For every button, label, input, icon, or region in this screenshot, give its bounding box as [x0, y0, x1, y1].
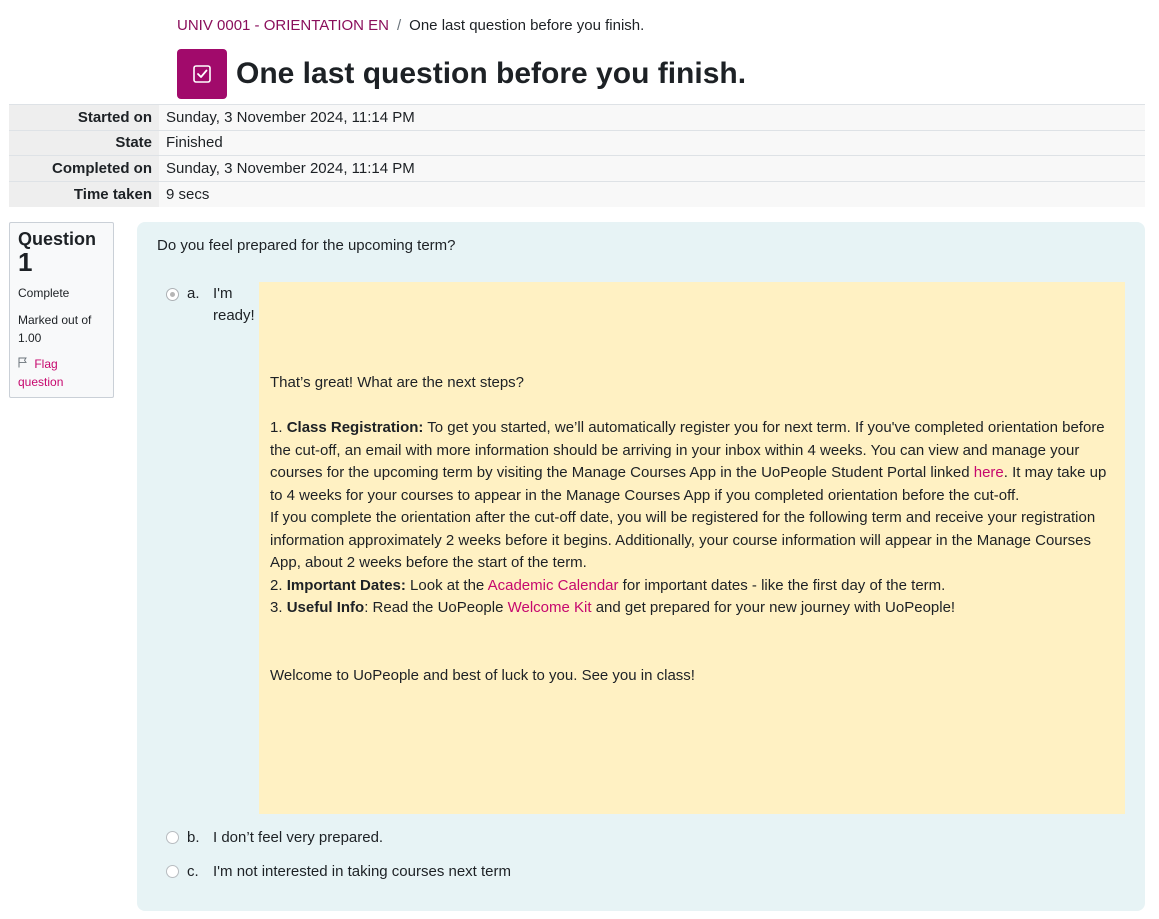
- started-value: Sunday, 3 November 2024, 11:14 PM: [159, 104, 1145, 130]
- welcome-kit-link[interactable]: Welcome Kit: [508, 599, 592, 616]
- step-2-heading: Important Dates:: [286, 576, 406, 594]
- breadcrumb: UNIV 0001 - ORIENTATION EN / One last ques…: [177, 16, 644, 36]
- summary-row-state: State Finished: [9, 129, 1145, 156]
- time-taken-label: Time taken: [9, 180, 159, 207]
- state-label: State: [9, 129, 159, 156]
- grade-value: 1.00: [18, 331, 42, 345]
- completed-value: Sunday, 3 November 2024, 11:14 PM: [159, 155, 1145, 181]
- option-a-label-line2: ready!: [213, 307, 255, 324]
- page-title: One last question before you finish.: [236, 57, 747, 90]
- step-3-heading: Useful Info: [286, 599, 365, 616]
- specific-feedback: That’s great! What are the next steps? 1…: [259, 282, 1125, 814]
- option-b-label[interactable]: I don’t feel very prepared.: [213, 827, 383, 849]
- question-content: Do you feel prepared for the upcoming te…: [137, 222, 1145, 911]
- option-a-letter: a.: [187, 285, 200, 302]
- page-header: One last question before you finish.: [177, 49, 746, 99]
- step-1-heading: Class Registration:: [286, 419, 424, 436]
- feedback-intro: That’s great! What are the next steps?: [270, 374, 525, 391]
- attempt-summary-table: Started on Sunday, 3 November 2024, 11:1…: [9, 104, 1145, 207]
- question-text: Do you feel prepared for the upcoming te…: [157, 237, 456, 254]
- breadcrumb-separator: /: [397, 17, 402, 34]
- grade-label: Marked out of: [18, 313, 92, 327]
- step-1-number: 1.: [270, 419, 287, 436]
- flag-label-2: question: [18, 375, 64, 389]
- option-a-radio[interactable]: [166, 288, 179, 301]
- step-2-text-end: for important dates - like the first day…: [618, 576, 946, 594]
- academic-calendar-link[interactable]: Academic Calendar: [488, 577, 619, 594]
- flag-icon: [18, 357, 31, 371]
- state-value: Finished: [159, 129, 1145, 156]
- step-3-text-end: and get prepared for your new journey wi…: [591, 599, 956, 616]
- feedback-step-2: 2. Important Dates: Look at the Academic…: [270, 575, 1115, 598]
- question-info-panel: Question 1 Complete Marked out of 1.00 F…: [9, 222, 114, 398]
- option-b-radio[interactable]: [166, 831, 179, 844]
- time-taken-value: 9 secs: [159, 180, 1145, 207]
- breadcrumb-current: One last question before you finish.: [409, 17, 645, 34]
- option-b-letter: b.: [187, 829, 200, 846]
- option-c-radio[interactable]: [166, 865, 179, 878]
- breadcrumb-course-link[interactable]: UNIV 0001 - ORIENTATION EN: [177, 17, 389, 34]
- feedback-closing: Welcome to UoPeople and best of luck to …: [270, 666, 695, 684]
- step-2-text: Look at the: [405, 576, 488, 594]
- flag-question-link[interactable]: Flag question: [18, 355, 105, 391]
- step-3-number: 3.: [270, 599, 287, 616]
- question-state: Complete: [18, 286, 70, 300]
- flag-label-1: Flag: [34, 357, 58, 371]
- question-number: 1: [18, 247, 33, 277]
- summary-row-time: Time taken 9 secs: [9, 180, 1145, 207]
- here-link[interactable]: here: [974, 464, 1004, 481]
- checkbox-icon: [177, 49, 227, 99]
- question-label: Question: [18, 229, 97, 249]
- option-a-label[interactable]: I'm ready!: [213, 283, 255, 327]
- summary-row-completed: Completed on Sunday, 3 November 2024, 11…: [9, 155, 1145, 181]
- feedback-step-1: 1. Class Registration: To get you starte…: [270, 417, 1115, 507]
- completed-label: Completed on: [9, 155, 159, 181]
- step-3-text: : Read the UoPeople: [364, 599, 508, 616]
- option-a-label-line1: I'm: [213, 285, 233, 302]
- feedback-step-1-note: If you complete the orientation after th…: [270, 509, 1096, 571]
- started-label: Started on: [9, 104, 159, 130]
- step-2-number: 2.: [270, 576, 287, 594]
- question-grade: Marked out of 1.00: [18, 311, 105, 347]
- option-c-letter: c.: [187, 863, 199, 880]
- feedback-step-3: 3. Useful Info: Read the UoPeople Welcom…: [270, 597, 1115, 620]
- option-c-label[interactable]: I'm not interested in taking courses nex…: [213, 861, 511, 883]
- summary-row-started: Started on Sunday, 3 November 2024, 11:1…: [9, 104, 1145, 130]
